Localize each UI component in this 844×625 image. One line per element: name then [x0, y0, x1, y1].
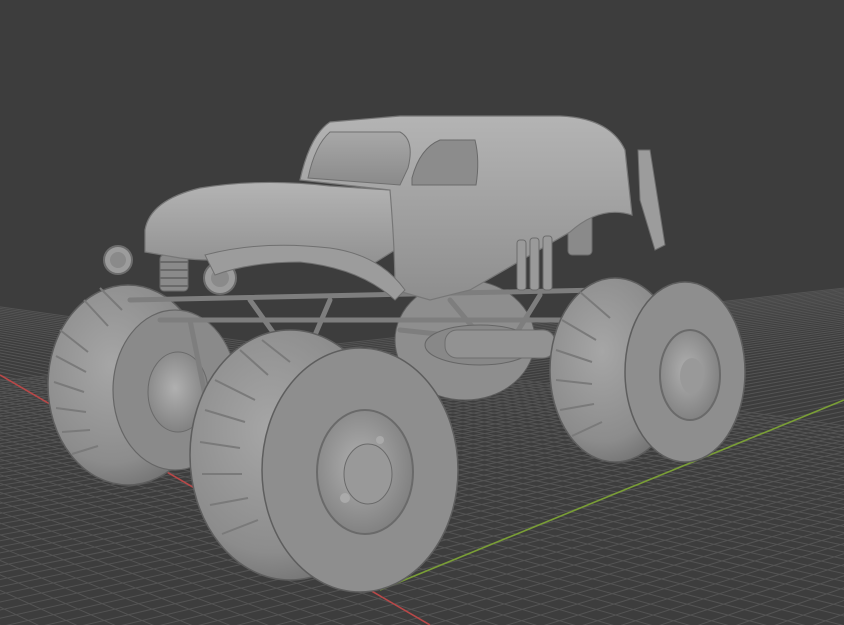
- 3d-viewport[interactable]: [0, 0, 844, 625]
- headlight-left: [103, 245, 133, 275]
- differential: [444, 329, 556, 359]
- viewport-canvas[interactable]: [0, 0, 844, 625]
- exhaust-stacks: [516, 235, 553, 291]
- front-right-tire: [549, 277, 746, 463]
- windshield: [307, 131, 411, 186]
